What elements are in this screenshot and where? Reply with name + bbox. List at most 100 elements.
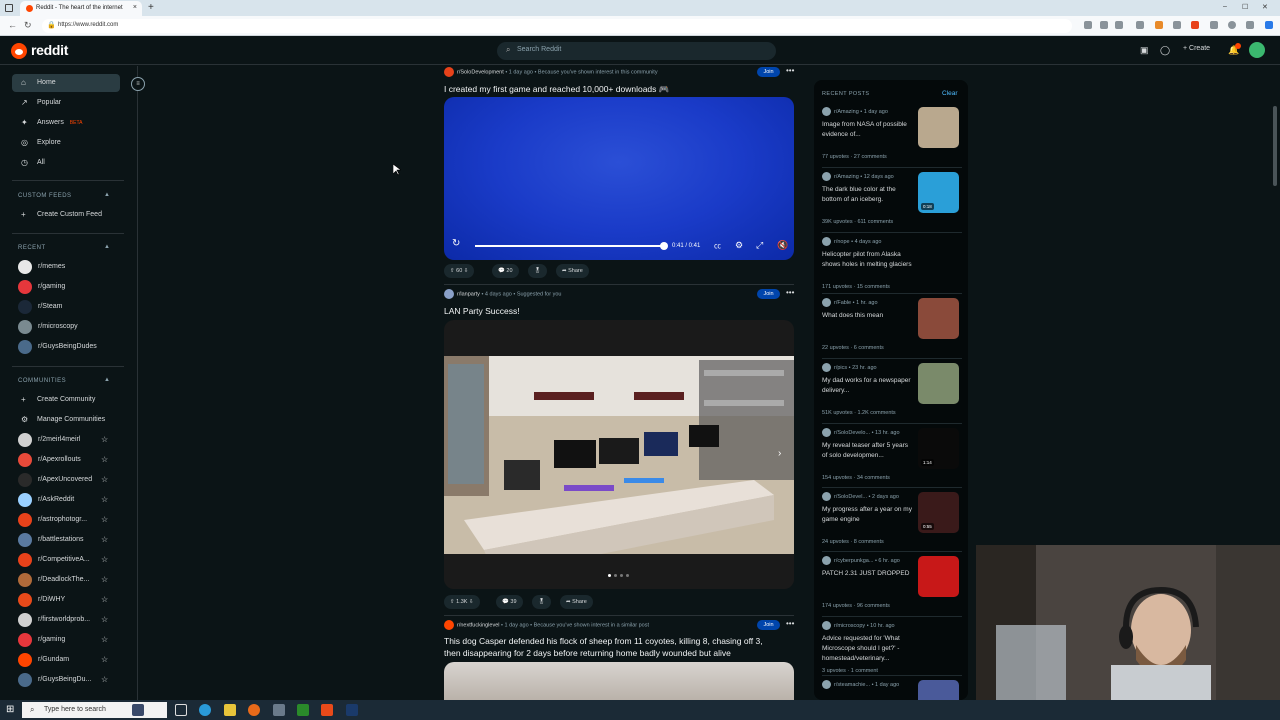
subreddit-avatar[interactable] [444,67,454,77]
recent-community-item[interactable]: r/microscopy [12,318,124,336]
recent-post-subreddit[interactable]: r/Amazing • 1 day ago [822,107,888,116]
read-aloud-icon[interactable] [1100,21,1108,29]
xbox-icon[interactable] [297,704,309,716]
recent-post-item[interactable]: r/Amazing • 12 days ago The dark blue col… [822,172,962,233]
favorite-icon[interactable] [1115,21,1123,29]
steam-icon[interactable] [346,704,358,716]
recent-post-title[interactable]: My progress after a year on my game engi… [822,505,914,525]
carousel-dot[interactable] [620,574,623,577]
star-icon[interactable]: ☆ [101,535,108,544]
star-icon[interactable]: ☆ [101,635,108,644]
close-window-button[interactable]: ✕ [1262,3,1268,11]
create-custom-feed-button[interactable]: + Create Custom Feed [12,206,120,224]
recent-post-subreddit[interactable]: r/pics • 23 hr. ago [822,363,877,372]
post-subreddit[interactable]: r/SoloDevelopment [457,69,504,75]
star-icon[interactable]: ☆ [101,675,108,684]
taskbar-search-input[interactable]: ⌕ Type here to search [22,702,167,718]
community-item[interactable]: r/Apexrollouts ☆ [12,451,124,469]
task-view-icon[interactable] [175,704,187,716]
join-button[interactable]: Join [757,67,780,77]
star-icon[interactable]: ☆ [101,575,108,584]
extension-icon[interactable] [1155,21,1163,29]
recent-post-thumbnail[interactable] [918,680,959,700]
nav-popular[interactable]: ↗ Popular [12,94,120,112]
recent-community-item[interactable]: r/gaming [12,278,124,296]
create-button[interactable]: + Create [1183,45,1210,52]
extension-icon[interactable] [1191,21,1199,29]
profile-icon[interactable] [1228,21,1236,29]
search-input[interactable]: ⌕ Search Reddit [497,42,776,60]
next-image-icon[interactable]: › [778,448,781,459]
subreddit-avatar[interactable] [444,289,454,299]
app-icon[interactable] [321,704,333,716]
community-item[interactable]: r/Gundam ☆ [12,651,124,669]
community-item[interactable]: r/DeadlockThe... ☆ [12,571,124,589]
chevron-up-icon[interactable]: ▲ [104,192,110,198]
fullscreen-icon[interactable]: ⤢ [756,240,763,251]
recent-post-subreddit[interactable]: r/Amazing • 12 days ago [822,172,894,181]
manage-communities-button[interactable]: ⚙ Manage Communities [12,411,120,429]
advertise-icon[interactable]: ▣ [1140,45,1149,56]
carousel-dot[interactable] [626,574,629,577]
reddit-logo-text[interactable]: reddit [31,42,68,58]
recent-post-title[interactable]: The dark blue color at the bottom of an … [822,185,914,205]
news-widget-icon[interactable] [132,704,144,716]
post-title[interactable]: This dog Casper defended his flock of sh… [444,636,763,646]
recent-post-item[interactable]: r/pics • 23 hr. ago My dad works for a ne… [822,363,962,424]
join-button[interactable]: Join [757,289,780,299]
recent-post-subreddit[interactable]: r/steamachie... • 1 day ago [822,680,899,689]
star-icon[interactable]: ☆ [101,435,108,444]
star-icon[interactable]: ☆ [101,555,108,564]
reddit-logo-icon[interactable] [11,43,27,59]
recent-post-item[interactable]: r/SoloDevel... • 2 days ago My progress a… [822,492,962,552]
refresh-icon[interactable]: ↻ [24,20,32,31]
more-options-icon[interactable]: ••• [786,619,794,628]
firefox-icon[interactable] [248,704,260,716]
post-subreddit[interactable]: r/lanparty [457,291,480,297]
post-subreddit[interactable]: r/nextfuckinglevel [457,622,500,628]
nav-all[interactable]: ◷ All [12,154,120,172]
favorites-icon[interactable] [1210,21,1218,29]
community-item[interactable]: r/firstworldprob... ☆ [12,611,124,629]
edge-browser-icon[interactable] [199,704,211,716]
recent-post-subreddit[interactable]: r/Fable • 1 hr. ago [822,298,878,307]
carousel-dot[interactable] [608,574,611,577]
community-item[interactable]: r/2meirl4meirl ☆ [12,431,124,449]
clear-recent-button[interactable]: Clear [942,90,958,97]
star-icon[interactable]: ☆ [101,595,108,604]
recent-post-thumbnail[interactable] [918,556,959,597]
browser-tab[interactable]: Reddit - The heart of the internet × [20,1,142,16]
new-tab-button[interactable]: + [148,2,154,13]
recent-post-item[interactable]: r/Amazing • 1 day ago Image from NASA of … [822,107,962,168]
recent-post-subreddit[interactable]: r/cyberpunkga... • 6 hr. ago [822,556,900,565]
recent-community-item[interactable]: r/GuysBeingDudes [12,338,124,356]
extension-icon[interactable] [1084,21,1092,29]
recent-post-item[interactable]: r/microscopy • 10 hr. ago Advice requeste… [822,621,962,681]
recent-post-thumbnail[interactable] [918,107,959,148]
recent-post-thumbnail[interactable] [918,298,959,339]
comments-button[interactable]: 💬 39 [496,595,523,609]
recent-post-subreddit[interactable]: r/SoloDevel... • 2 days ago [822,492,899,501]
maximize-button[interactable]: ☐ [1242,3,1248,11]
captions-icon[interactable]: ㏄ [714,241,721,251]
share-button[interactable]: ➦ Share [556,264,589,278]
post-title[interactable]: I created my first game and reached 10,0… [444,84,669,95]
star-icon[interactable]: ☆ [101,455,108,464]
subreddit-avatar[interactable] [444,620,454,630]
recent-post-title[interactable]: What does this mean [822,311,914,321]
recent-post-item[interactable]: r/steamachie... • 1 day ago [822,680,962,700]
chevron-up-icon[interactable]: ▲ [104,377,110,383]
more-options-icon[interactable]: ••• [786,66,794,75]
chevron-up-icon[interactable]: ▲ [104,244,110,250]
recent-post-item[interactable]: r/cyberpunkga... • 6 hr. ago PATCH 2.31 J… [822,556,962,617]
more-options-icon[interactable]: ••• [786,288,794,297]
comments-button[interactable]: 💬 20 [492,264,519,278]
nav-answers[interactable]: ✦ Answers BETA [12,114,120,132]
mute-icon[interactable]: 🔇 [777,240,788,251]
star-icon[interactable]: ☆ [101,655,108,664]
video-scrubber-handle[interactable] [660,242,668,250]
file-explorer-icon[interactable] [224,704,236,716]
recent-post-title[interactable]: Advice requested for 'What Microscope sh… [822,634,914,664]
community-item[interactable]: r/DiWHY ☆ [12,591,124,609]
nav-explore[interactable]: ◎ Explore [12,134,120,152]
